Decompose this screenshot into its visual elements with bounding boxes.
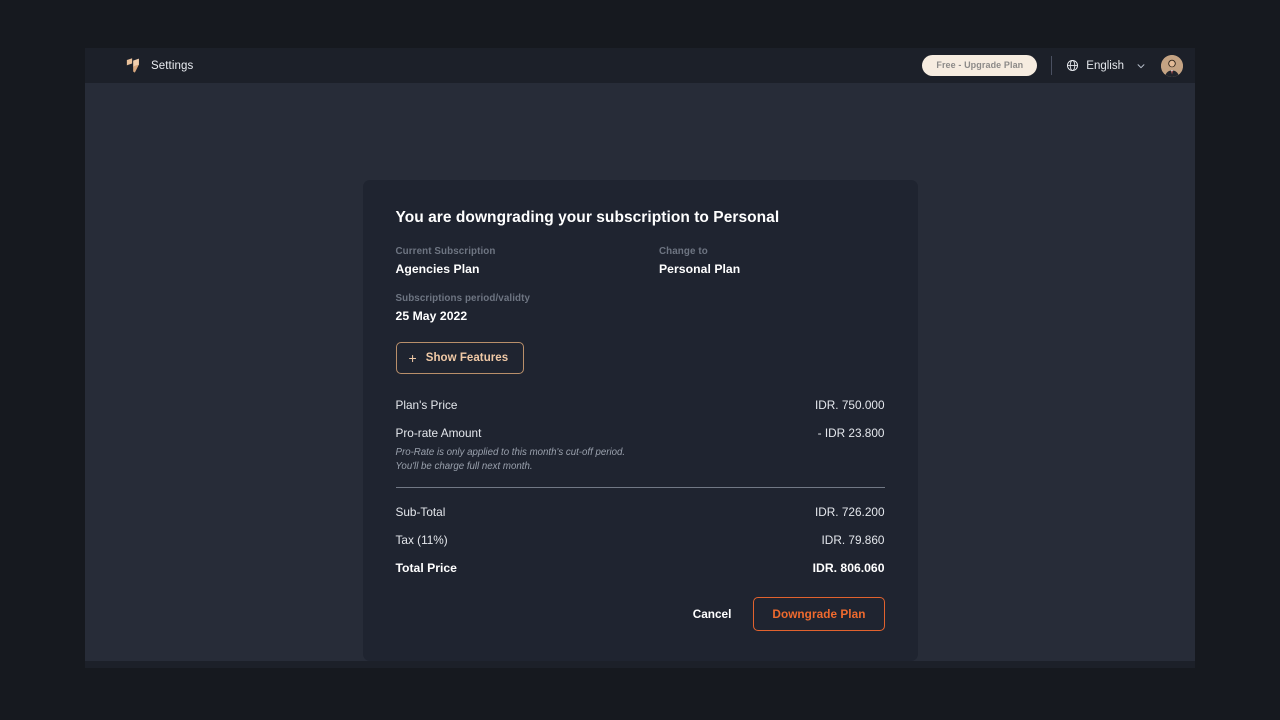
current-subscription-value: Agencies Plan [395, 262, 480, 276]
price-label: Sub-Total [395, 505, 446, 520]
cancel-button[interactable]: Cancel [689, 601, 736, 627]
price-value: IDR. 726.200 [814, 505, 885, 520]
header-actions: Free - Upgrade Plan English [922, 54, 1183, 77]
modal-actions: Cancel Downgrade Plan [396, 597, 885, 632]
total-price-label: Total Price [395, 561, 457, 576]
subscription-period-value: 25 May 2022 [395, 309, 468, 323]
price-value: IDR. 750.000 [814, 398, 885, 412]
prorate-note: Pro-Rate is only applied to this month's… [396, 446, 885, 474]
language-selector[interactable]: English [1066, 59, 1146, 72]
price-row-subtotal: Sub-Total IDR. 726.200 [396, 505, 885, 519]
price-row-plan: Plan's Price IDR. 750.000 [396, 398, 885, 412]
total-price-value: IDR. 806.060 [812, 561, 885, 576]
header-divider [1051, 56, 1053, 75]
app-footer: Terms & Conditions Privacy Policies Disc… [85, 661, 1195, 668]
price-row-total: Total Price IDR. 806.060 [396, 561, 885, 575]
globe-icon [1066, 59, 1079, 72]
subscription-period-block: Subscriptions period/validty 25 May 2022 [396, 293, 885, 323]
price-label: Tax (11%) [395, 533, 448, 548]
price-row-prorate: Pro-rate Amount - IDR 23.800 [396, 426, 885, 440]
chevron-down-icon [1131, 61, 1146, 71]
change-to-label: Change to [659, 246, 708, 257]
avatar[interactable] [1161, 54, 1183, 77]
subscription-period-label: Subscriptions period/validty [395, 293, 531, 304]
downgrade-subscription-modal: You are downgrading your subscription to… [362, 180, 918, 662]
sequence-logo-icon [125, 57, 142, 74]
price-value: IDR. 79.860 [821, 533, 885, 548]
price-label: Plan's Price [395, 398, 458, 412]
language-label: English [1086, 59, 1124, 72]
current-subscription-block: Current Subscription Agencies Plan [396, 246, 641, 276]
brand[interactable]: Settings [125, 57, 193, 74]
plus-icon: + [408, 350, 417, 366]
price-row-tax: Tax (11%) IDR. 79.860 [396, 533, 885, 547]
subscription-summary: Current Subscription Agencies Plan Chang… [396, 246, 885, 276]
current-subscription-label: Current Subscription [395, 246, 496, 257]
downgrade-plan-button[interactable]: Downgrade Plan [753, 597, 885, 632]
show-features-label: Show Features [425, 352, 509, 364]
page-title: Settings [151, 59, 194, 72]
modal-title: You are downgrading your subscription to… [395, 209, 780, 226]
app-window: Settings Free - Upgrade Plan English You… [85, 48, 1195, 668]
upgrade-plan-badge[interactable]: Free - Upgrade Plan [922, 55, 1038, 76]
price-label: Pro-rate Amount [395, 426, 482, 440]
price-value: - IDR 23.800 [817, 426, 885, 440]
price-divider [395, 487, 885, 489]
prorate-note-line-2: You'll be charge full next month. [395, 461, 533, 473]
change-to-value: Personal Plan [659, 262, 741, 276]
change-to-block: Change to Personal Plan [640, 246, 885, 276]
prorate-note-line-1: Pro-Rate is only applied to this month's… [395, 447, 626, 458]
price-breakdown: Plan's Price IDR. 750.000 Pro-rate Amoun… [395, 398, 885, 575]
app-header: Settings Free - Upgrade Plan English [85, 48, 1195, 83]
show-features-button[interactable]: + Show Features [395, 342, 525, 374]
content-area: You are downgrading your subscription to… [85, 83, 1195, 662]
